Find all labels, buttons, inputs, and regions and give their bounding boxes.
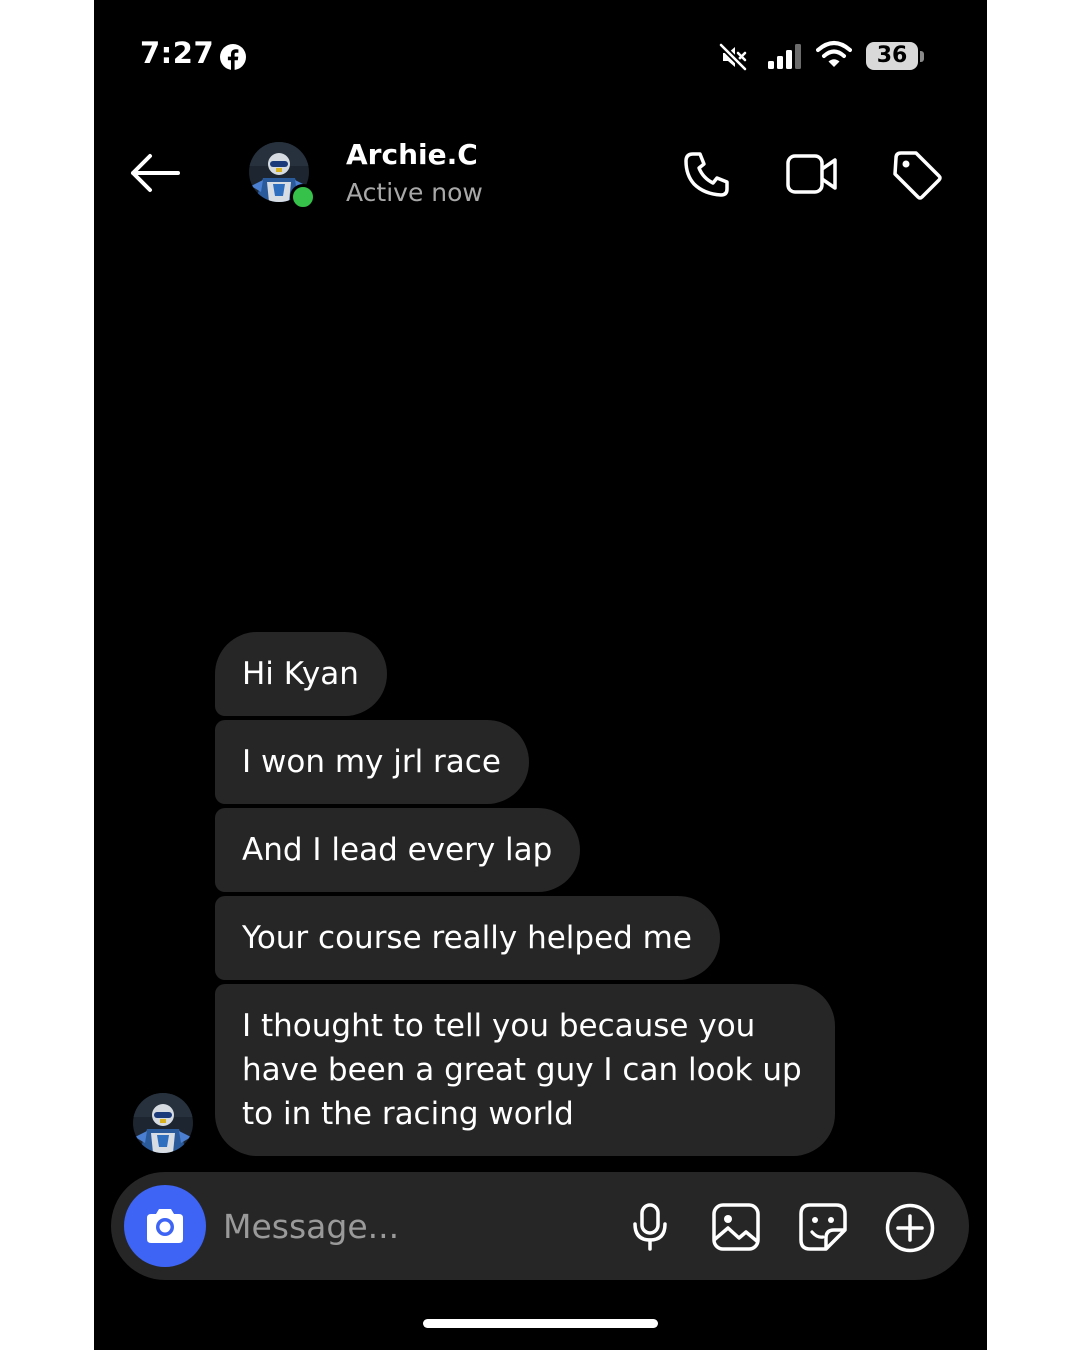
home-indicator (423, 1319, 658, 1328)
back-arrow-icon[interactable] (128, 152, 182, 194)
status-time: 7:27 (140, 36, 215, 70)
microphone-icon[interactable] (631, 1202, 669, 1252)
racer-photo-icon (133, 1093, 193, 1153)
battery-nub (920, 51, 924, 62)
message-bubble[interactable]: I won my jrl race (215, 720, 529, 804)
message-bubble[interactable]: I thought to tell you because you have b… (215, 984, 835, 1156)
message-thread: Hi Kyan I won my jrl race And I lead eve… (215, 632, 875, 1160)
message-bubble[interactable]: Hi Kyan (215, 632, 387, 716)
signal-icon (768, 44, 801, 69)
message-input[interactable] (223, 1200, 603, 1252)
facebook-icon (220, 44, 246, 70)
message-bubble[interactable]: Your course really helped me (215, 896, 720, 980)
battery-icon: 36 (866, 42, 918, 70)
online-status-dot (290, 184, 316, 210)
wifi-icon (816, 41, 852, 67)
sender-avatar[interactable] (133, 1093, 193, 1153)
chat-screen: 7:27 36 Archie.C Active now Hi Kyan I wo… (94, 0, 987, 1350)
contact-name[interactable]: Archie.C (346, 138, 478, 171)
mute-icon (718, 42, 748, 72)
battery-level: 36 (876, 43, 908, 68)
tag-icon[interactable] (890, 148, 944, 202)
phone-icon[interactable] (680, 148, 734, 202)
plus-icon[interactable] (884, 1202, 936, 1254)
gallery-icon[interactable] (711, 1202, 761, 1252)
camera-icon (147, 1209, 183, 1243)
contact-status: Active now (346, 178, 483, 207)
camera-button[interactable] (124, 1185, 206, 1267)
video-icon[interactable] (784, 150, 840, 198)
sticker-icon[interactable] (798, 1202, 848, 1252)
message-bubble[interactable]: And I lead every lap (215, 808, 581, 892)
message-composer (111, 1172, 969, 1280)
